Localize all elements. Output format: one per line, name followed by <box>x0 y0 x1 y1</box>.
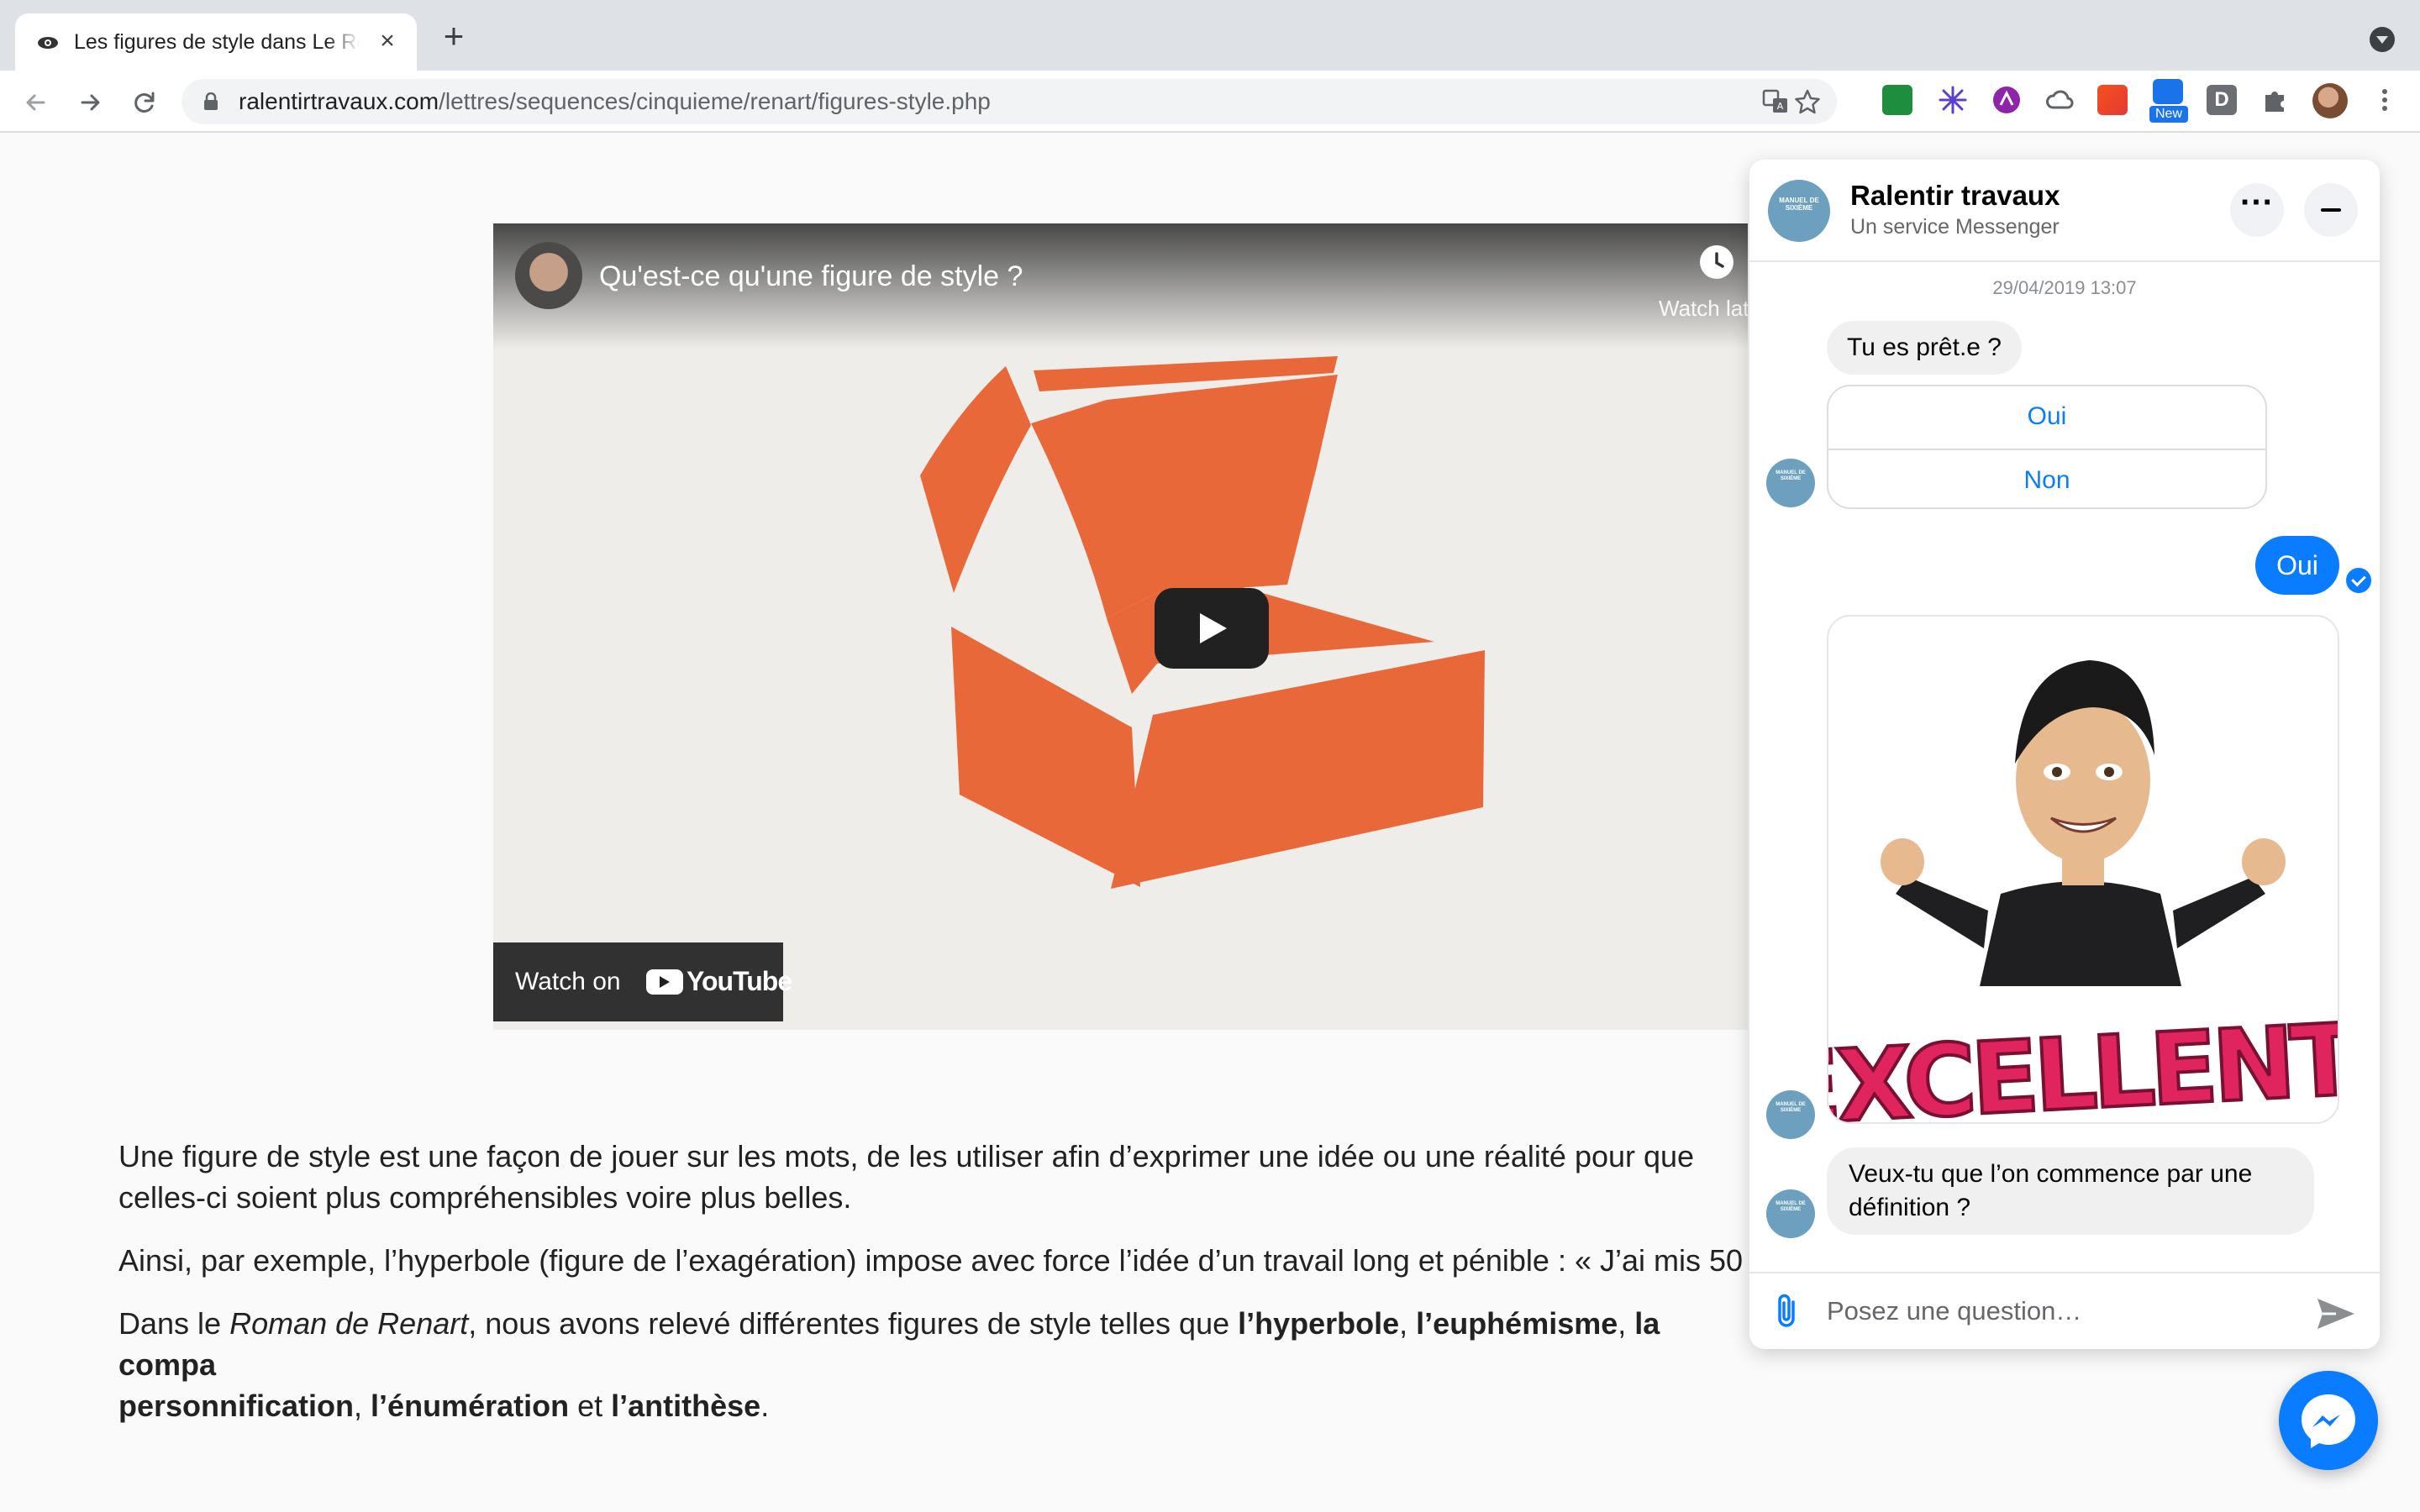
messenger-chat-window: MANUEL DE SIXIÈME Ralentir travaux Un se… <box>1749 160 2380 1349</box>
new-tab-button[interactable]: + <box>439 18 469 54</box>
watch-on-label: Watch on <box>515 968 621 995</box>
quick-reply-non[interactable]: Non <box>1828 449 2265 507</box>
url-text[interactable]: ralentirtravaux.com/lettres/sequences/ci… <box>239 88 991 115</box>
message-timestamp: 29/04/2019 13:07 <box>1992 277 2137 298</box>
favicon-icon <box>38 37 58 49</box>
text: Dans le <box>118 1306 230 1341</box>
channel-avatar[interactable] <box>515 242 582 309</box>
message-bubble-incoming: Veux-tu que l’on commence par une défini… <box>1827 1147 2314 1235</box>
minimize-icon[interactable] <box>2304 183 2358 237</box>
cloud-extension-icon[interactable] <box>2045 85 2075 115</box>
messenger-launcher-icon[interactable] <box>2279 1371 2378 1470</box>
video-title[interactable]: Qu'est-ce qu'une figure de style ? <box>599 260 1023 293</box>
new-badge: New <box>2149 106 2188 123</box>
paragraph-definition: Une figure de style est une façon de jou… <box>118 1139 1695 1215</box>
youtube-logo-icon <box>646 969 683 995</box>
sender-avatar: MANUEL DE SIXIÈME <box>1766 1090 1815 1139</box>
more-options-icon[interactable]: ··· <box>2230 183 2284 237</box>
calendar-extension-icon[interactable] <box>2097 85 2128 115</box>
classroom-extension-icon[interactable] <box>1882 85 1912 115</box>
message-bubble-outgoing: Oui <box>2255 536 2339 595</box>
watch-later-label[interactable]: Watch later <box>1659 296 1748 322</box>
text: , <box>1399 1306 1417 1341</box>
browser-tab[interactable]: Les figures de style dans Le Roman de Re… <box>15 13 417 71</box>
seen-check-icon <box>2346 568 2371 593</box>
tab-strip: Les figures de style dans Le Roman de Re… <box>0 0 2420 71</box>
tab-search-icon[interactable] <box>2370 27 2395 52</box>
article-body: Une figure de style est une façon de jou… <box>118 1136 1765 1448</box>
sender-avatar: MANUEL DE SIXIÈME <box>1766 1189 1815 1238</box>
translate-icon[interactable]: A <box>1761 87 1790 116</box>
page-name[interactable]: Ralentir travaux <box>1850 180 2060 212</box>
term-enumeration: l’énumération <box>371 1389 570 1423</box>
address-bar[interactable]: ralentirtravaux.com/lettres/sequences/ci… <box>182 79 1837 124</box>
text: et <box>569 1389 612 1423</box>
quick-replies: Oui Non <box>1827 385 2267 509</box>
quick-reply-oui[interactable]: Oui <box>1828 386 2265 447</box>
message-bubble-incoming: Tu es prêt.e ? <box>1827 321 2022 375</box>
page-avatar[interactable]: MANUEL DE SIXIÈME <box>1768 180 1830 242</box>
reload-icon[interactable] <box>128 86 161 119</box>
watch-on-youtube-button[interactable]: Watch on YouTube <box>493 942 792 1021</box>
paragraph-figures: Dans le Roman de Renart, nous avons rele… <box>118 1303 1765 1426</box>
star-icon[interactable] <box>1793 87 1822 116</box>
youtube-embed[interactable]: Qu'est-ce qu'une figure de style ? Watch… <box>493 223 1748 1030</box>
sender-avatar: MANUEL DE SIXIÈME <box>1766 459 1815 507</box>
bitmoji-sticker: EXCELLENT! <box>1827 615 2339 1124</box>
term-hyperbole: l’hyperbole <box>1238 1306 1400 1341</box>
tab-title: Les figures de style dans Le Roman de Re… <box>74 29 360 55</box>
profile-avatar[interactable] <box>2312 83 2348 118</box>
paragraph-example: Ainsi, par exemple, l’hyperbole (figure … <box>118 1243 1765 1278</box>
text: , nous avons relevé différentes figures … <box>468 1306 1239 1341</box>
tab-close-icon[interactable]: × <box>375 29 400 54</box>
term-euphemisme: l’euphémisme <box>1416 1306 1618 1341</box>
send-icon[interactable] <box>2314 1294 2358 1334</box>
term-personnification: personnification <box>118 1389 355 1423</box>
chat-header: MANUEL DE SIXIÈME Ralentir travaux Un se… <box>1749 160 2380 262</box>
menu-icon[interactable] <box>2370 85 2400 115</box>
play-button[interactable] <box>1155 588 1269 669</box>
youtube-wordmark: YouTube <box>687 966 792 996</box>
purple-extension-icon[interactable] <box>1991 85 2022 115</box>
svg-text:A: A <box>1777 101 1784 112</box>
forward-icon[interactable] <box>74 86 108 119</box>
lock-icon[interactable] <box>203 92 218 111</box>
text: . <box>760 1389 770 1423</box>
term-antithese: l’antithèse <box>611 1389 761 1423</box>
message-composer <box>1749 1272 2380 1349</box>
text: , <box>354 1389 371 1423</box>
page-subtitle: Un service Messenger <box>1850 215 2060 239</box>
d-extension-icon[interactable]: D <box>2207 85 2237 115</box>
text: , <box>1618 1306 1635 1341</box>
url-host: ralentirtravaux.com <box>239 88 439 114</box>
excellent-sticker-image: EXCELLENT! <box>1828 660 2338 1122</box>
sparkle-extension-icon[interactable] <box>1938 85 1968 115</box>
edpuzzle-extension-icon[interactable] <box>2153 79 2183 104</box>
browser-toolbar: ralentirtravaux.com/lettres/sequences/ci… <box>0 71 2420 133</box>
paperclip-icon[interactable] <box>1771 1292 1805 1332</box>
back-icon[interactable] <box>18 86 52 119</box>
sticker-lettering: EXCELLENT! <box>1828 1000 2338 1122</box>
book-title: Roman de Renart <box>229 1306 469 1341</box>
url-path: /lettres/sequences/cinquieme/renart/figu… <box>439 88 991 114</box>
message-input[interactable] <box>1827 1285 2297 1337</box>
puzzle-icon[interactable] <box>2260 85 2291 115</box>
clock-icon[interactable] <box>1700 245 1733 279</box>
